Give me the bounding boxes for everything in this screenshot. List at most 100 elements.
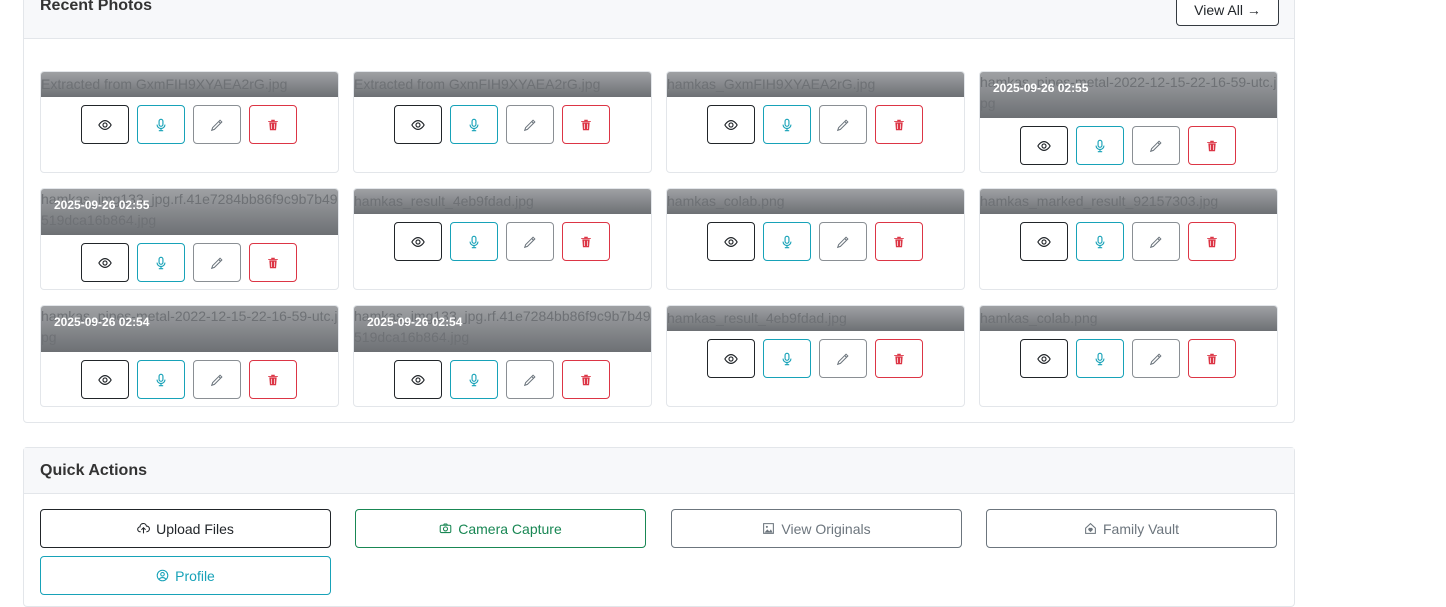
voice-note-button[interactable] [137,105,185,144]
voice-note-button[interactable] [763,105,811,144]
person-circle-icon [156,569,169,582]
trash-icon [892,235,906,249]
microphone-icon [780,118,794,132]
photo-thumbnail[interactable]: hamkas_pipes-metal-2022-12-15-22-16-59-u… [980,72,1277,118]
pencil-icon [523,235,537,249]
view-photo-button[interactable] [81,105,129,144]
delete-photo-button[interactable] [249,360,297,399]
photo-actions [394,360,610,399]
delete-photo-button[interactable] [562,222,610,261]
edit-photo-button[interactable] [193,360,241,399]
voice-note-button[interactable] [1076,126,1124,165]
photo-card: Extracted from GxmFIH9XYAEA2rG.jpg [353,71,652,173]
photo-actions [81,243,297,282]
eye-icon [411,118,425,132]
view-photo-button[interactable] [1020,339,1068,378]
voice-note-button[interactable] [1076,339,1124,378]
recent-photos-card: Recent Photos View All → Extracted from … [23,0,1295,423]
photo-thumbnail[interactable]: hamkas_result_4eb9fdad.jpg [354,189,651,214]
pencil-icon [1149,352,1163,366]
delete-photo-button[interactable] [249,105,297,144]
family-vault-label: Family Vault [1103,520,1179,537]
photo-thumbnail[interactable]: hamkas_GxmFIH9XYAEA2rG.jpg [667,72,964,97]
view-photo-button[interactable] [1020,126,1068,165]
cloud-upload-icon [137,523,151,534]
edit-photo-button[interactable] [1132,126,1180,165]
edit-photo-button[interactable] [506,105,554,144]
photo-thumbnail[interactable]: Extracted from GxmFIH9XYAEA2rG.jpg [354,72,651,97]
edit-photo-button[interactable] [506,222,554,261]
delete-photo-button[interactable] [1188,222,1236,261]
photo-card: Extracted from GxmFIH9XYAEA2rG.jpg [40,71,339,173]
voice-note-button[interactable] [763,339,811,378]
microphone-icon [467,235,481,249]
photo-thumbnail[interactable]: hamkas_result_4eb9fdad.jpg [667,306,964,331]
edit-photo-button[interactable] [193,105,241,144]
voice-note-button[interactable] [137,360,185,399]
edit-photo-button[interactable] [819,339,867,378]
voice-note-button[interactable] [137,243,185,282]
delete-photo-button[interactable] [875,222,923,261]
upload-files-button[interactable]: Upload Files [40,509,331,548]
view-photo-button[interactable] [707,222,755,261]
photo-card: hamkas_img133_jpg.rf.41e7284bb86f9c9b7b4… [353,305,652,407]
trash-icon [579,235,593,249]
trash-icon [892,352,906,366]
trash-icon [266,373,280,387]
photo-thumbnail[interactable]: hamkas_marked_result_92157303.jpg [980,189,1277,214]
microphone-icon [1093,139,1107,153]
camera-capture-button[interactable]: Camera Capture [355,509,646,548]
photo-timestamp: 2025-09-26 02:54 [367,315,463,329]
photo-thumbnail[interactable]: hamkas_colab.png [667,189,964,214]
delete-photo-button[interactable] [562,360,610,399]
voice-note-button[interactable] [450,360,498,399]
delete-photo-button[interactable] [562,105,610,144]
edit-photo-button[interactable] [506,360,554,399]
edit-photo-button[interactable] [193,243,241,282]
profile-button[interactable]: Profile [40,556,331,595]
delete-photo-button[interactable] [875,105,923,144]
view-originals-button[interactable]: View Originals [671,509,962,548]
photo-actions [1020,126,1236,165]
photo-thumbnail[interactable]: hamkas_pipes-metal-2022-12-15-22-16-59-u… [41,306,338,352]
trash-icon [1205,139,1219,153]
photo-card: hamkas_colab.png [979,305,1278,407]
view-photo-button[interactable] [81,360,129,399]
view-photo-button[interactable] [394,360,442,399]
eye-icon [411,373,425,387]
delete-photo-button[interactable] [875,339,923,378]
voice-note-button[interactable] [1076,222,1124,261]
photo-actions [707,339,923,378]
view-photo-button[interactable] [81,243,129,282]
delete-photo-button[interactable] [1188,126,1236,165]
photo-thumbnail[interactable]: hamkas_colab.png [980,306,1277,331]
photo-thumbnail[interactable]: hamkas_img133_jpg.rf.41e7284bb86f9c9b7b4… [41,189,338,235]
photo-actions [394,222,610,261]
photo-thumbnail[interactable]: hamkas_img133_jpg.rf.41e7284bb86f9c9b7b4… [354,306,651,352]
trash-icon [1205,352,1219,366]
pencil-icon [210,118,224,132]
voice-note-button[interactable] [763,222,811,261]
delete-photo-button[interactable] [249,243,297,282]
edit-photo-button[interactable] [819,105,867,144]
photo-thumbnail[interactable]: Extracted from GxmFIH9XYAEA2rG.jpg [41,72,338,97]
view-photo-button[interactable] [707,339,755,378]
edit-photo-button[interactable] [1132,339,1180,378]
photo-card: hamkas_marked_result_92157303.jpg [979,188,1278,290]
family-vault-button[interactable]: Family Vault [986,509,1277,548]
view-photo-button[interactable] [707,105,755,144]
camera-icon [439,523,452,534]
voice-note-button[interactable] [450,222,498,261]
edit-photo-button[interactable] [819,222,867,261]
photo-grid: Extracted from GxmFIH9XYAEA2rG.jpg Extrac… [40,71,1278,407]
pencil-icon [523,373,537,387]
view-photo-button[interactable] [394,222,442,261]
view-photo-button[interactable] [1020,222,1068,261]
delete-photo-button[interactable] [1188,339,1236,378]
voice-note-button[interactable] [450,105,498,144]
view-photo-button[interactable] [394,105,442,144]
view-all-button[interactable]: View All → [1176,0,1279,26]
pencil-icon [836,118,850,132]
edit-photo-button[interactable] [1132,222,1180,261]
quick-actions-title: Quick Actions [40,462,147,479]
